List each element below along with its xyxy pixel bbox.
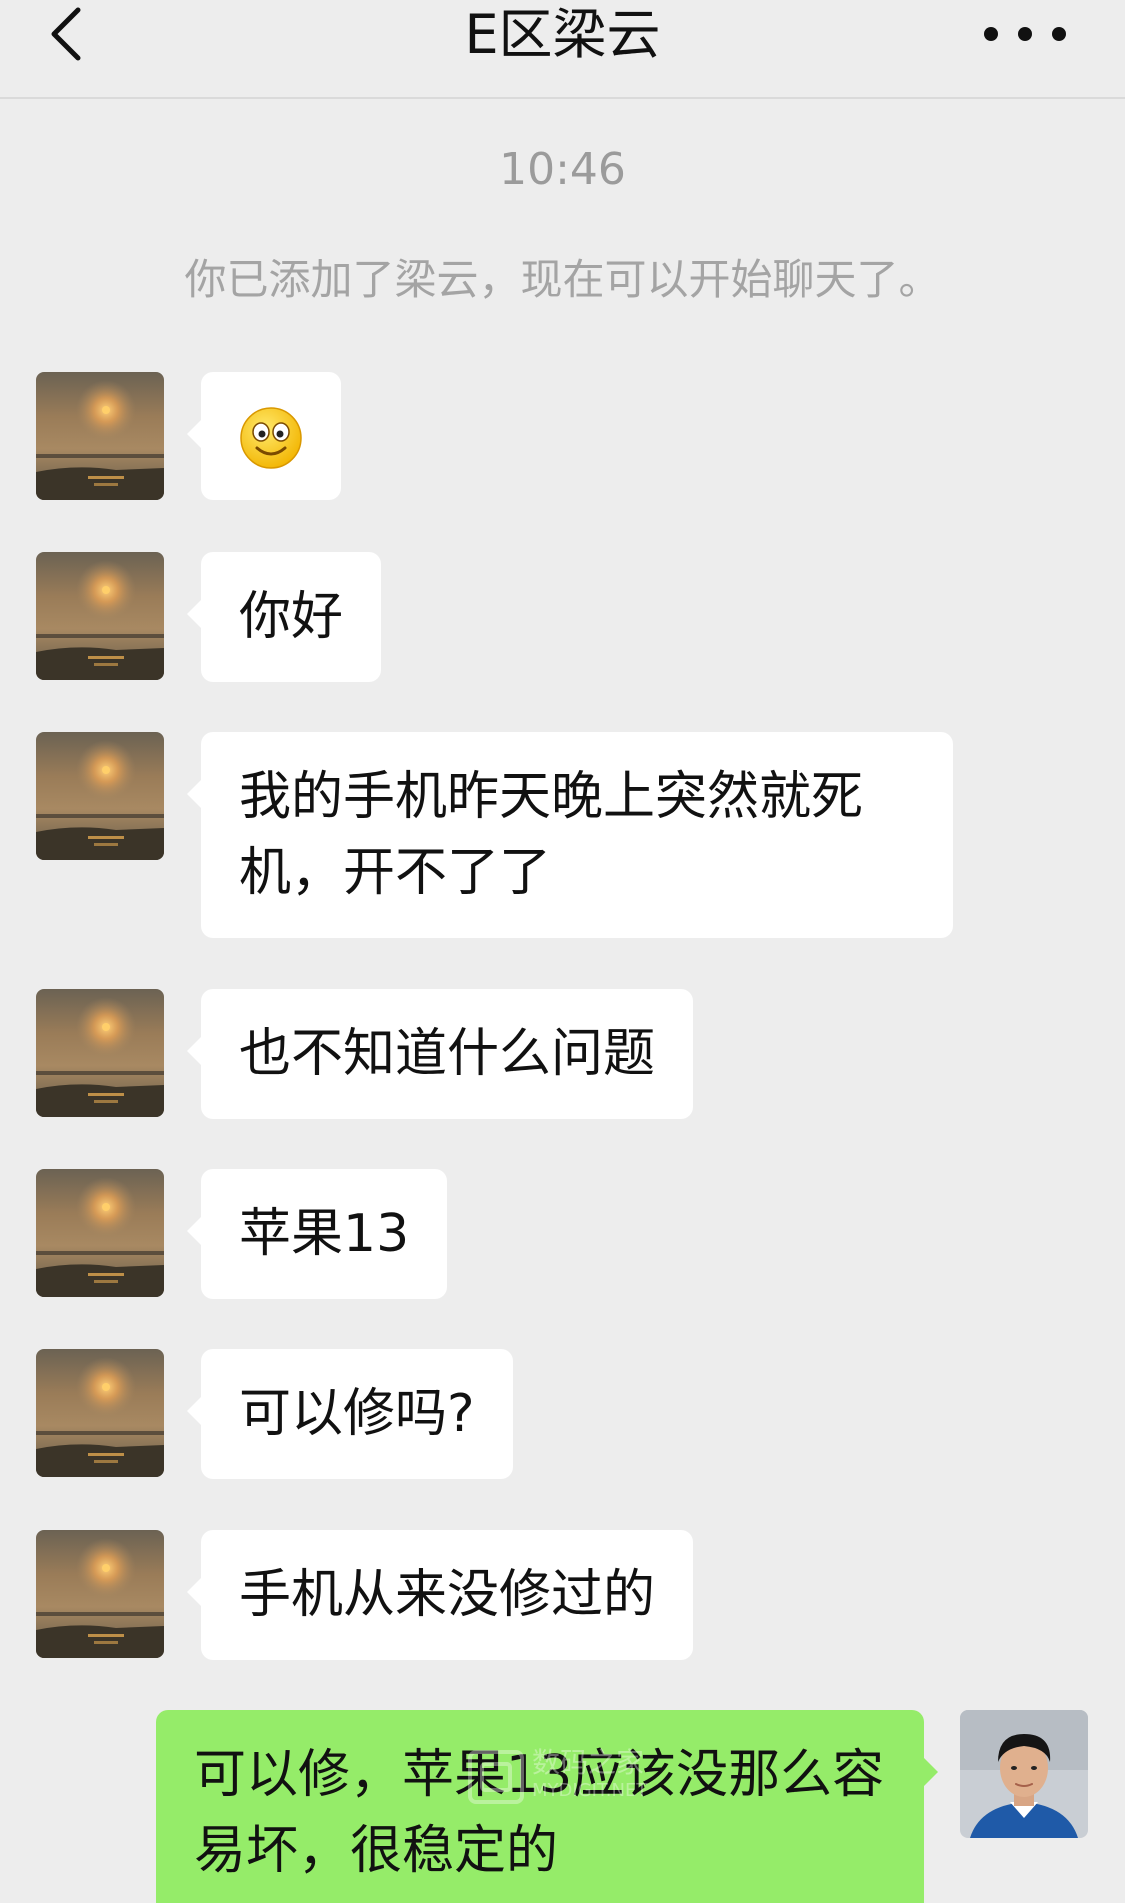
- contact-avatar[interactable]: [36, 1349, 164, 1477]
- nav-bar: E区梁云: [0, 0, 1125, 99]
- smiley-face-icon: [240, 407, 302, 469]
- my-message-bubble[interactable]: 可以修，苹果13应该没那么容易坏，很稳定的: [156, 1710, 938, 1903]
- message-bubble[interactable]: 可以修吗?: [187, 1349, 513, 1479]
- message-bubble[interactable]: 苹果13: [186, 1169, 448, 1299]
- message-timestamp: 10:46: [499, 144, 626, 195]
- more-button[interactable]: [977, 14, 1073, 54]
- my-avatar[interactable]: [960, 1710, 1088, 1838]
- message-bubble-emoji[interactable]: [187, 372, 341, 500]
- contact-avatar[interactable]: [36, 372, 164, 500]
- contact-avatar[interactable]: [36, 1169, 164, 1297]
- contact-avatar[interactable]: [36, 732, 164, 860]
- contact-avatar[interactable]: [36, 1530, 164, 1658]
- more-dots-icon: [984, 27, 1066, 41]
- message-bubble[interactable]: 你好: [186, 552, 382, 682]
- contact-avatar[interactable]: [36, 989, 164, 1117]
- contact-avatar[interactable]: [36, 552, 164, 680]
- chat-title: E区梁云: [464, 3, 661, 66]
- message-bubble[interactable]: 手机从来没修过的: [186, 1530, 694, 1660]
- system-message: 你已添加了梁云，现在可以开始聊天了。: [184, 255, 941, 304]
- message-bubble[interactable]: 我的手机昨天晚上突然就死机，开不了了: [187, 732, 953, 938]
- message-bubble[interactable]: 也不知道什么问题: [186, 989, 694, 1119]
